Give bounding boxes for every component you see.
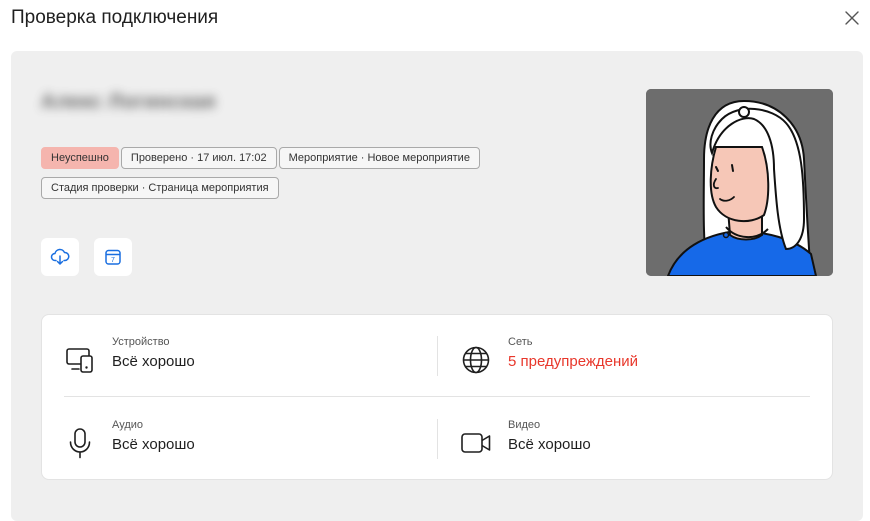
calendar-button[interactable]: 7 <box>94 238 132 276</box>
download-button[interactable] <box>41 238 79 276</box>
checked-at-tag: Проверено · 17 июл. 17:02 <box>120 147 277 169</box>
person-illustration <box>646 89 833 276</box>
divider <box>437 336 438 376</box>
close-button[interactable] <box>842 8 862 28</box>
network-check-value[interactable]: 5 предупреждений <box>508 353 638 370</box>
video-check: Видео Всё хорошо <box>460 419 820 469</box>
close-icon <box>845 11 859 25</box>
check-stage-tag: Стадия проверки · Страница мероприятия <box>41 177 279 199</box>
connection-check-panel: Алекс Логинская Неуспешно Проверено · 17 … <box>11 51 863 521</box>
microphone-icon <box>69 428 91 459</box>
video-check-value: Всё хорошо <box>508 436 591 453</box>
devices-icon <box>66 348 93 373</box>
network-check-label: Сеть <box>508 336 533 348</box>
avatar <box>646 89 833 276</box>
calendar-icon: 7 <box>105 249 121 265</box>
video-camera-icon <box>461 433 491 453</box>
event-tag: Мероприятие · Новое мероприятие <box>278 147 480 169</box>
video-check-label: Видео <box>508 419 541 431</box>
check-results-card: Устройство Всё хорошо Сеть 5 предупрежде… <box>41 314 833 480</box>
network-check: Сеть 5 предупреждений <box>460 336 820 386</box>
audio-check-label: Аудио <box>112 419 144 431</box>
device-check-value: Всё хорошо <box>112 353 195 370</box>
status-badge: Неуспешно <box>41 147 119 169</box>
modal-title: Проверка подключения <box>11 7 219 28</box>
device-check-label: Устройство <box>112 336 170 348</box>
user-name: Алекс Логинская <box>41 91 216 113</box>
audio-check: Аудио Всё хорошо <box>64 419 424 469</box>
calendar-day: 7 <box>111 257 115 264</box>
cloud-download-icon <box>50 248 70 265</box>
globe-icon <box>462 346 490 374</box>
divider <box>437 419 438 459</box>
divider <box>64 396 810 397</box>
tag-list: Неуспешно Проверено · 17 июл. 17:02 Меропр… <box>41 147 561 207</box>
device-check: Устройство Всё хорошо <box>64 336 424 386</box>
audio-check-value: Всё хорошо <box>112 436 195 453</box>
